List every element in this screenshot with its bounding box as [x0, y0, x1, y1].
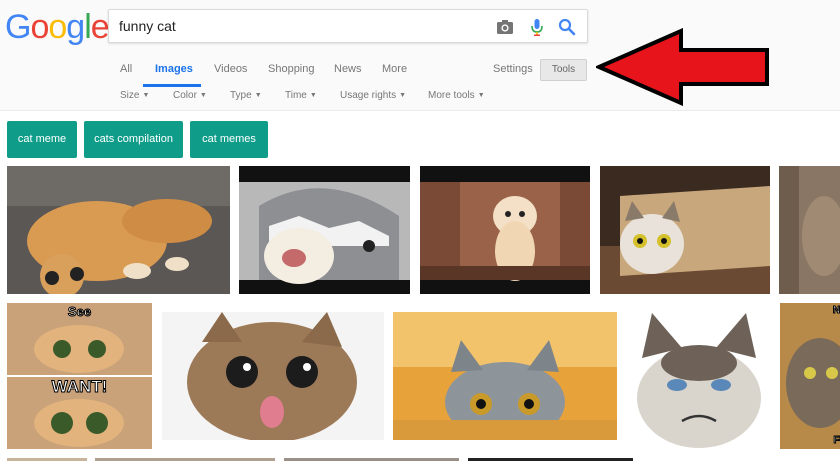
image-result[interactable] — [7, 166, 230, 294]
search-input[interactable] — [119, 16, 489, 36]
google-logo[interactable]: Google — [5, 8, 110, 46]
image-result[interactable]: NOT FUN — [780, 303, 840, 449]
image-result[interactable]: See WANT! — [7, 303, 152, 449]
chevron-down-icon: ▼ — [199, 92, 207, 99]
chevron-down-icon: ▼ — [254, 92, 262, 99]
tab-more[interactable]: More — [382, 63, 407, 75]
chevron-down-icon: ▼ — [309, 92, 317, 99]
cat-peeking-over-table-image — [393, 312, 617, 440]
cat-peeking-image — [600, 166, 770, 294]
image-result[interactable] — [239, 166, 410, 294]
tab-all[interactable]: All — [120, 63, 132, 75]
meme-caption-see: See — [67, 304, 92, 320]
chip-cat-meme[interactable]: cat meme — [7, 121, 77, 158]
filter-time[interactable]: Time ▼ — [285, 90, 317, 101]
tools-button[interactable]: Tools — [540, 59, 587, 81]
grumpy-cat-image — [627, 303, 771, 449]
search-icon[interactable] — [557, 17, 577, 37]
tab-shopping[interactable]: Shopping — [268, 63, 315, 75]
tab-images[interactable]: Images — [155, 63, 193, 75]
image-result[interactable] — [162, 312, 384, 440]
meme-caption-want: WANT! — [51, 377, 108, 397]
microphone-icon[interactable] — [527, 17, 547, 37]
filter-size[interactable]: Size ▼ — [120, 90, 149, 101]
cat-in-shark-bed-image — [239, 166, 410, 294]
filter-color[interactable]: Color ▼ — [173, 90, 207, 101]
cat-standing-image — [420, 166, 590, 294]
chevron-down-icon: ▼ — [142, 92, 150, 99]
filter-more-tools[interactable]: More tools ▼ — [428, 90, 485, 101]
tab-videos[interactable]: Videos — [214, 63, 247, 75]
red-arrow-annotation — [596, 28, 769, 106]
chip-cat-memes[interactable]: cat memes — [190, 121, 268, 158]
filter-usage-rights[interactable]: Usage rights ▼ — [340, 90, 406, 101]
image-result[interactable] — [779, 166, 840, 294]
camera-icon[interactable] — [495, 17, 515, 37]
cat-on-couch-image — [7, 166, 230, 294]
not-fun-meme-image — [780, 303, 840, 449]
search-box[interactable] — [108, 9, 588, 43]
chevron-down-icon: ▼ — [399, 92, 407, 99]
image-result[interactable] — [393, 312, 617, 440]
see-want-meme-image — [7, 303, 152, 449]
meme-caption-fun: FUN — [833, 435, 840, 447]
active-tab-indicator — [143, 84, 201, 87]
filter-type[interactable]: Type ▼ — [230, 90, 262, 101]
lil-bub-cat-image — [162, 312, 384, 440]
chip-cats-compilation[interactable]: cats compilation — [84, 121, 183, 158]
tab-news[interactable]: News — [334, 63, 362, 75]
image-result[interactable] — [420, 166, 590, 294]
cat-image — [779, 166, 840, 294]
meme-caption-not: NOT — [832, 305, 840, 317]
image-result[interactable] — [627, 303, 771, 449]
settings-link[interactable]: Settings — [493, 63, 533, 75]
chevron-down-icon: ▼ — [477, 92, 485, 99]
image-result[interactable] — [600, 166, 770, 294]
